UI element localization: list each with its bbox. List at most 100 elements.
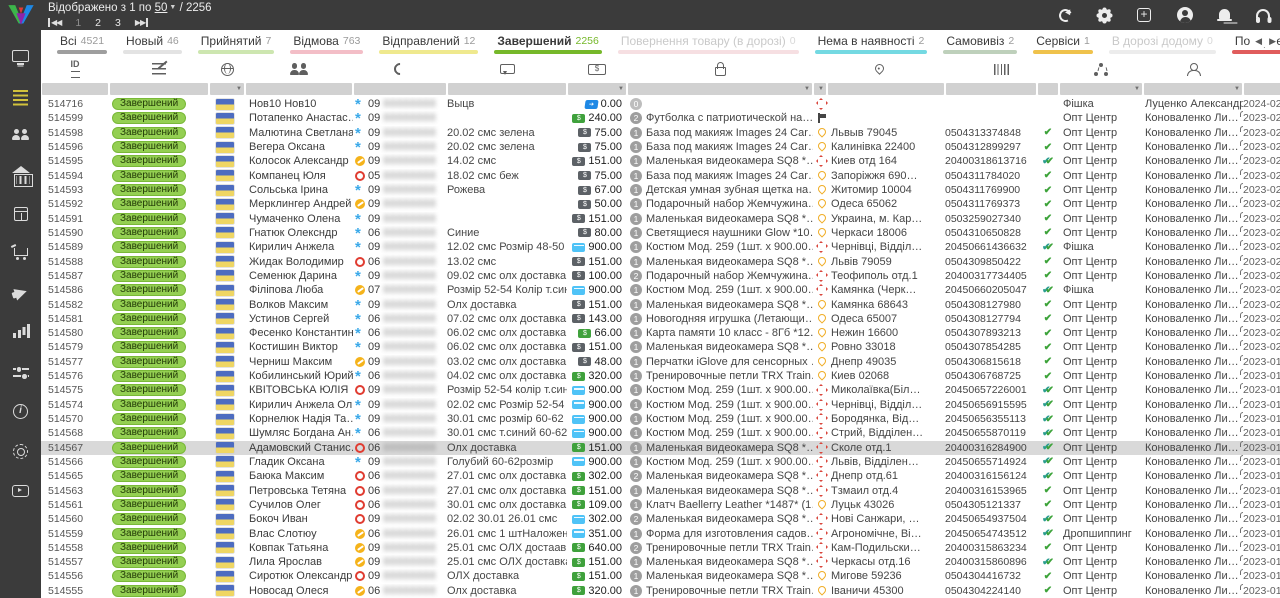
sidebar-item-orders[interactable] [8,84,34,108]
table-row[interactable]: 514568ЗавершенийШумляс Богдана Ан…068888… [41,426,1280,440]
table-row[interactable]: 514570ЗавершенийКорнелюк Надія Та…098888… [41,412,1280,426]
column-header-manager[interactable] [1143,57,1243,81]
sidebar-item-info[interactable]: i [8,400,34,424]
filter-dropdown[interactable]: ▼ [814,83,826,95]
support-headset-icon[interactable] [1256,9,1270,18]
sidebar-item-partners[interactable] [8,439,34,463]
table-row[interactable]: 514566ЗавершенийГладик Оксана0988888888Г… [41,455,1280,469]
table-row[interactable]: 514593ЗавершенийСольська Ірина0988888888… [41,183,1280,197]
column-header-status[interactable] [109,57,209,81]
filter-input[interactable]: ▼ [568,83,626,95]
filter-input[interactable] [1038,83,1058,95]
filter-input[interactable] [110,83,208,95]
table-row[interactable]: 514595ЗавершенийКолосок Александр0988888… [41,154,1280,168]
sidebar-item-clients[interactable] [8,123,34,147]
table-row[interactable]: 514555ЗавершенийНовосад Олеся0688888888О… [41,584,1280,598]
tab-Нема в наявності[interactable]: Нема в наявності2 [807,30,936,57]
table-row[interactable]: 514567ЗавершенийАдамовский Станис…068888… [41,441,1280,455]
refresh-icon[interactable] [1057,7,1074,24]
table-row[interactable]: 514557ЗавершенийЛила Ярослав098888888825… [41,555,1280,569]
column-header-delivery-address[interactable] [813,57,945,81]
page-size-dropdown[interactable]: 50 [155,2,168,14]
table-row[interactable]: 514558ЗавершенийКовпак Татьяна0988888888… [41,541,1280,555]
table-row[interactable]: 514586ЗавершенийФіліпова Люба0788888888Р… [41,283,1280,297]
table-row[interactable]: 514598ЗавершенийМалютина Светлана0988888… [41,126,1280,140]
tab-Відправлений[interactable]: Відправлений12 [371,30,486,57]
tab-Завершений[interactable]: Завершений2256 [486,30,609,57]
filter-input[interactable]: ▼ [1144,83,1242,95]
column-header-client[interactable] [245,57,353,81]
table-row[interactable]: 514580ЗавершенийФесенко Константин068888… [41,326,1280,340]
table-row[interactable]: 514716ЗавершенийНов10 Нов100988888888Выц… [41,97,1280,111]
tabs-scroll-right-icon[interactable]: ▶ [1269,36,1276,47]
tabs-scroll-left-icon[interactable]: ◀ [1255,36,1262,47]
column-header-tracking-number[interactable] [945,57,1059,81]
tab-Сервіси[interactable]: Сервіси1 [1025,30,1101,57]
table-row[interactable]: 514590ЗавершенийГнатюк Олексндр068888888… [41,226,1280,240]
first-page-button[interactable]: ◀◀ [48,18,61,27]
table-row[interactable]: 514581ЗавершенийУстинов Сергей0688888888… [41,312,1280,326]
sidebar-item-statistics[interactable] [8,321,34,345]
tab-Всі[interactable]: Всі4521 [49,30,115,57]
table-row[interactable]: 514594ЗавершенийКомпанец Юля058888888818… [41,169,1280,183]
sidebar-item-marketing[interactable] [8,281,34,305]
page-button-3[interactable]: 3 [115,17,121,29]
sidebar-item-tutorials[interactable] [8,479,34,503]
column-header-phone[interactable] [353,57,447,81]
notifications-bell-icon[interactable] [1219,9,1230,19]
profile-icon[interactable] [1177,7,1193,23]
table-row[interactable]: 514561ЗавершенийСучилов Олег068888888830… [41,498,1280,512]
table-row[interactable]: 514589ЗавершенийКирилич Анжела0988888888… [41,240,1280,254]
table-row[interactable]: 514565ЗавершенийБаюка Максим068888888827… [41,469,1280,483]
table-row[interactable]: 514560ЗавершенийБокоч Иван098888888802.0… [41,512,1280,526]
add-order-icon[interactable]: + [1137,8,1151,22]
column-header-source[interactable] [1059,57,1143,81]
table-row[interactable]: 514592ЗавершенийМерклингер Андрей0988888… [41,197,1280,211]
tab-Повернення товару (в дорозі)[interactable]: Повернення товару (в дорозі)0 [610,30,807,57]
table-row[interactable]: 514577ЗавершенийЧерниш Максим09888888880… [41,355,1280,369]
table-row[interactable]: 514596ЗавершенийВегера Оксана09888888882… [41,140,1280,154]
sidebar-item-products[interactable] [8,202,34,226]
table-row[interactable]: 514588ЗавершенийЖидак Володимир068888888… [41,254,1280,268]
filter-input[interactable] [42,83,108,95]
tab-Прийнятий[interactable]: Прийнятий7 [190,30,283,57]
column-header-date[interactable] [1243,57,1280,81]
tab-Самовивіз[interactable]: Самовивіз2 [935,30,1025,57]
sidebar-item-checkout[interactable] [8,242,34,266]
column-header-comment[interactable] [447,57,567,81]
table-row[interactable]: 514575ЗавершенийКВІТОВСЬКА ЮЛІЯ098888888… [41,383,1280,397]
table-row[interactable]: 514556ЗавершенийСиротюк Олександр0988888… [41,569,1280,583]
filter-input[interactable] [946,83,1036,95]
filter-input[interactable]: ▼ [628,83,812,95]
filter-input[interactable] [1244,83,1280,95]
column-header-payment[interactable] [567,57,627,81]
tab-Відмова[interactable]: Відмова763 [282,30,371,57]
last-page-button[interactable]: ▶▶ [135,18,148,27]
filter-input[interactable] [448,83,566,95]
page-button-1[interactable]: 1 [75,17,81,29]
page-button-2[interactable]: 2 [95,17,101,29]
sidebar-item-dashboard[interactable] [8,44,34,68]
filter-input[interactable] [354,83,446,95]
table-row[interactable]: 514587ЗавершенийСеменюк Дарина0988888888… [41,269,1280,283]
table-row[interactable]: 514576ЗавершенийКобилинський Юрий0688888… [41,369,1280,383]
table-row[interactable]: 514591ЗавершенийЧумаченко Олена098888888… [41,212,1280,226]
table-row[interactable]: 514579ЗавершенийКостишин Виктор098888888… [41,340,1280,354]
column-header-country[interactable] [209,57,245,81]
table-row[interactable]: 514599ЗавершенийПотапенко Анастас…098888… [41,111,1280,125]
filter-input[interactable] [246,83,352,95]
tab-В дорозі додому[interactable]: В дорозі додому0 [1101,30,1224,57]
column-header-order-id[interactable]: ID [41,57,109,81]
filter-input[interactable] [828,83,944,95]
table-row[interactable]: 514559ЗавершенийВлас Слотюу068888888826.… [41,526,1280,540]
column-header-products[interactable] [627,57,813,81]
sidebar-item-warehouse[interactable] [8,163,34,187]
sidebar-item-settings[interactable] [8,360,34,384]
tab-Новый[interactable]: Новый46 [115,30,190,57]
filter-input[interactable]: ▼ [210,83,244,95]
filter-input[interactable]: ▼ [1060,83,1142,95]
table-row[interactable]: 514574ЗавершенийКирилич Анжела Ол…098888… [41,398,1280,412]
table-row[interactable]: 514582ЗавершенийВолков Максим0988888888О… [41,297,1280,311]
table-row[interactable]: 514563ЗавершенийПетровська Тетяна0688888… [41,483,1280,497]
settings-gear-icon[interactable] [1098,9,1111,22]
